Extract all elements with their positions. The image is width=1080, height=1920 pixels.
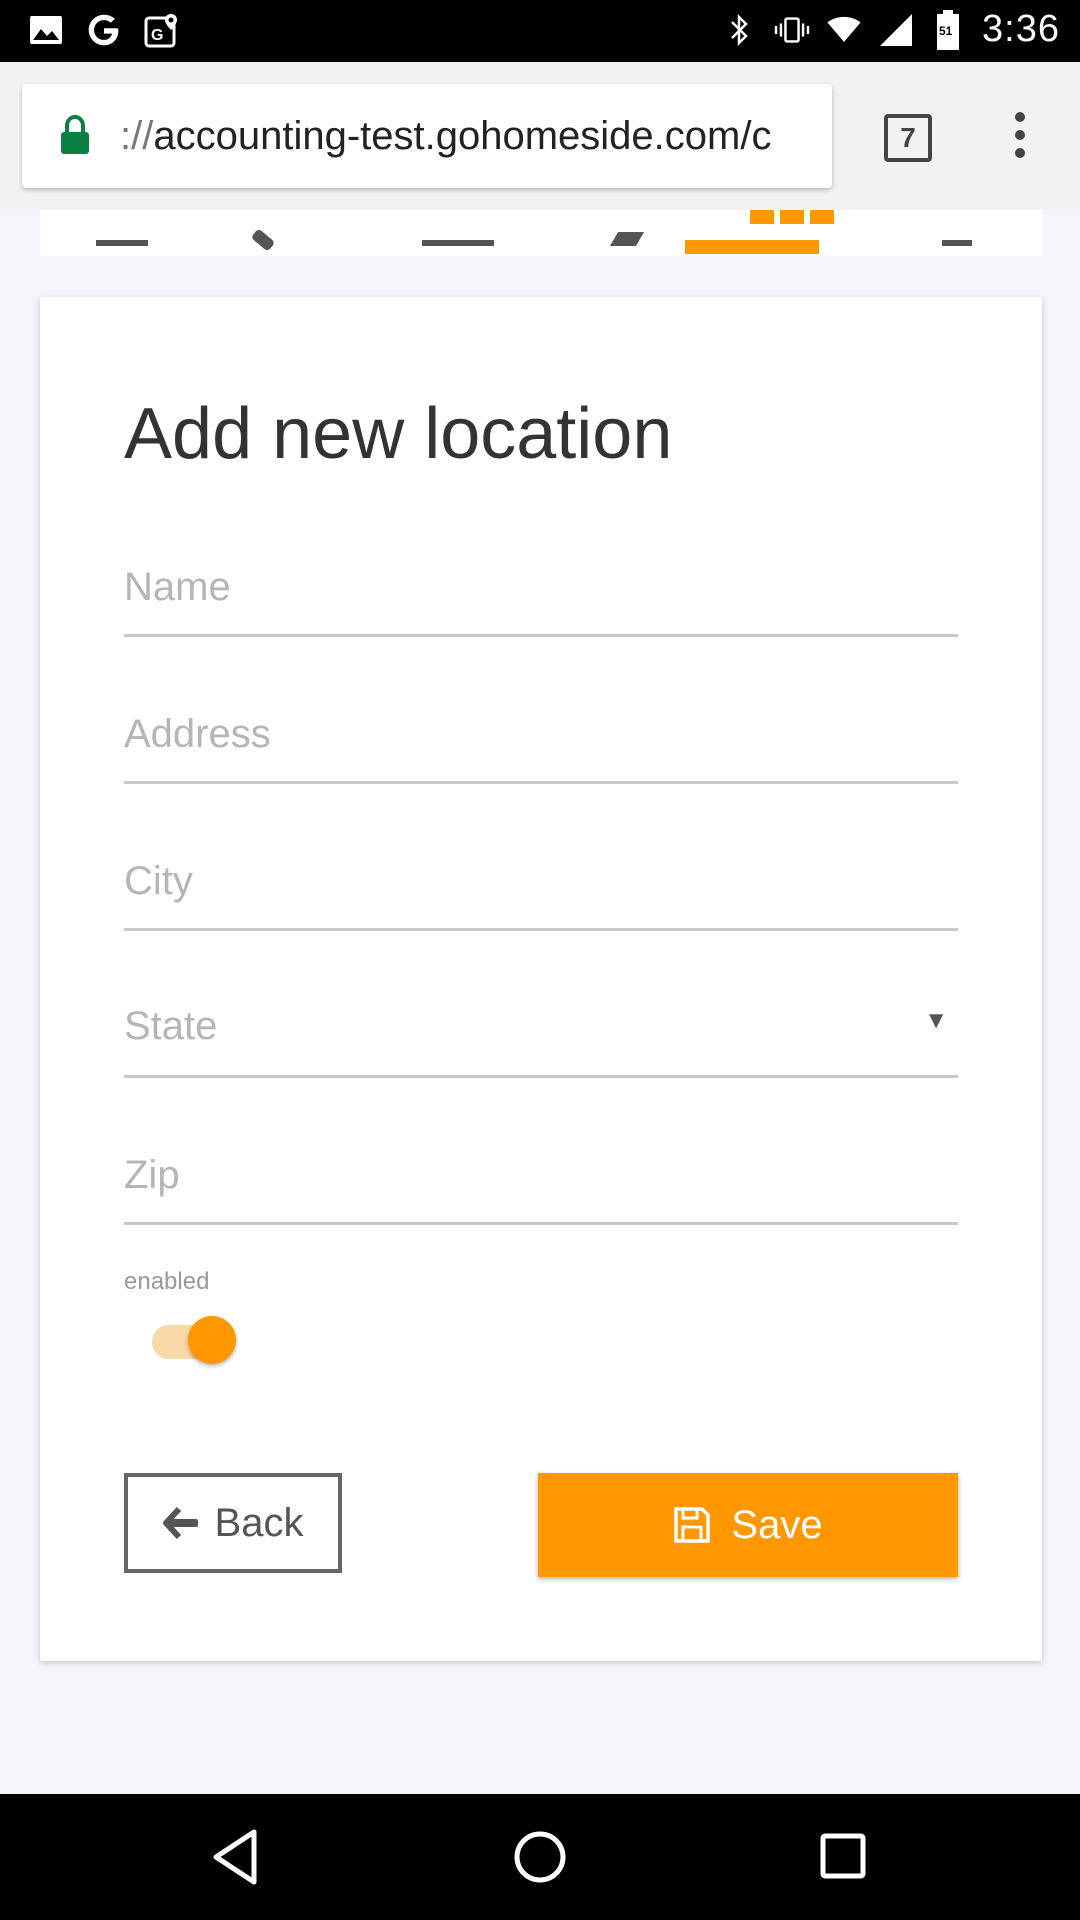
wifi-icon [826, 10, 862, 50]
browser-toolbar: ://accounting-test.gohomeside.com/c 7 [0, 62, 1080, 210]
active-tab-indicator [685, 240, 819, 254]
battery-level: 51 [939, 24, 953, 38]
toggle-thumb [188, 1316, 236, 1364]
overflow-menu-icon[interactable] [1012, 112, 1028, 162]
status-bar: G 51 3:36 [0, 0, 1080, 62]
enabled-toggle-label: enabled [124, 1268, 210, 1295]
address-bar[interactable]: ://accounting-test.gohomeside.com/c [22, 84, 832, 188]
google-icon [86, 10, 122, 50]
image-icon [28, 10, 64, 50]
name-input[interactable] [124, 565, 958, 610]
zip-input[interactable] [124, 1153, 958, 1198]
state-select[interactable]: State ▼ [124, 975, 958, 1078]
tab-switcher-button[interactable]: 7 [884, 114, 932, 162]
nav-item-icon[interactable] [609, 232, 645, 246]
nav-strip [40, 210, 1042, 256]
battery-icon: 51 [930, 9, 966, 50]
nav-item-icon[interactable] [96, 240, 148, 246]
recents-square-icon[interactable] [818, 1828, 868, 1886]
zip-field[interactable] [124, 1122, 958, 1225]
address-input[interactable] [124, 712, 958, 757]
arrow-left-icon [162, 1506, 198, 1540]
bluetooth-icon [722, 10, 758, 50]
city-input[interactable] [124, 859, 958, 904]
url-host: accounting-test.gohomeside.com/c [153, 113, 772, 158]
lock-icon [61, 114, 89, 154]
back-button[interactable]: Back [124, 1473, 342, 1573]
save-button-label: Save [731, 1502, 823, 1547]
cell-signal-icon [878, 10, 914, 50]
grid-icon-part [810, 210, 834, 224]
enabled-toggle[interactable] [152, 1309, 238, 1371]
grid-icon-part [780, 210, 804, 224]
status-time: 3:36 [982, 8, 1060, 50]
url-text[interactable]: ://accounting-test.gohomeside.com/c [120, 114, 820, 159]
url-scheme: :// [120, 113, 154, 158]
city-field[interactable] [124, 828, 958, 931]
state-select-label: State [124, 1004, 218, 1048]
address-field[interactable] [124, 681, 958, 784]
save-button[interactable]: Save [538, 1473, 958, 1577]
vibrate-icon [774, 10, 810, 50]
svg-text:G: G [151, 27, 163, 44]
floppy-disk-icon [674, 1507, 711, 1543]
back-triangle-icon[interactable] [210, 1828, 260, 1886]
caret-down-icon: ▼ [924, 1007, 948, 1034]
nav-item-icon[interactable] [422, 240, 494, 246]
system-nav-bar [0, 1794, 1080, 1920]
page-title: Add new location [124, 394, 673, 474]
maps-icon: G [144, 10, 180, 50]
grid-icon[interactable] [750, 210, 774, 224]
nav-item-icon[interactable] [250, 228, 276, 252]
add-location-card: Add new location State ▼ enabled Back Sa… [40, 297, 1042, 1661]
name-field[interactable] [124, 534, 958, 637]
home-circle-icon[interactable] [512, 1828, 568, 1886]
nav-item-icon[interactable] [942, 240, 972, 246]
back-button-label: Back [214, 1500, 304, 1545]
